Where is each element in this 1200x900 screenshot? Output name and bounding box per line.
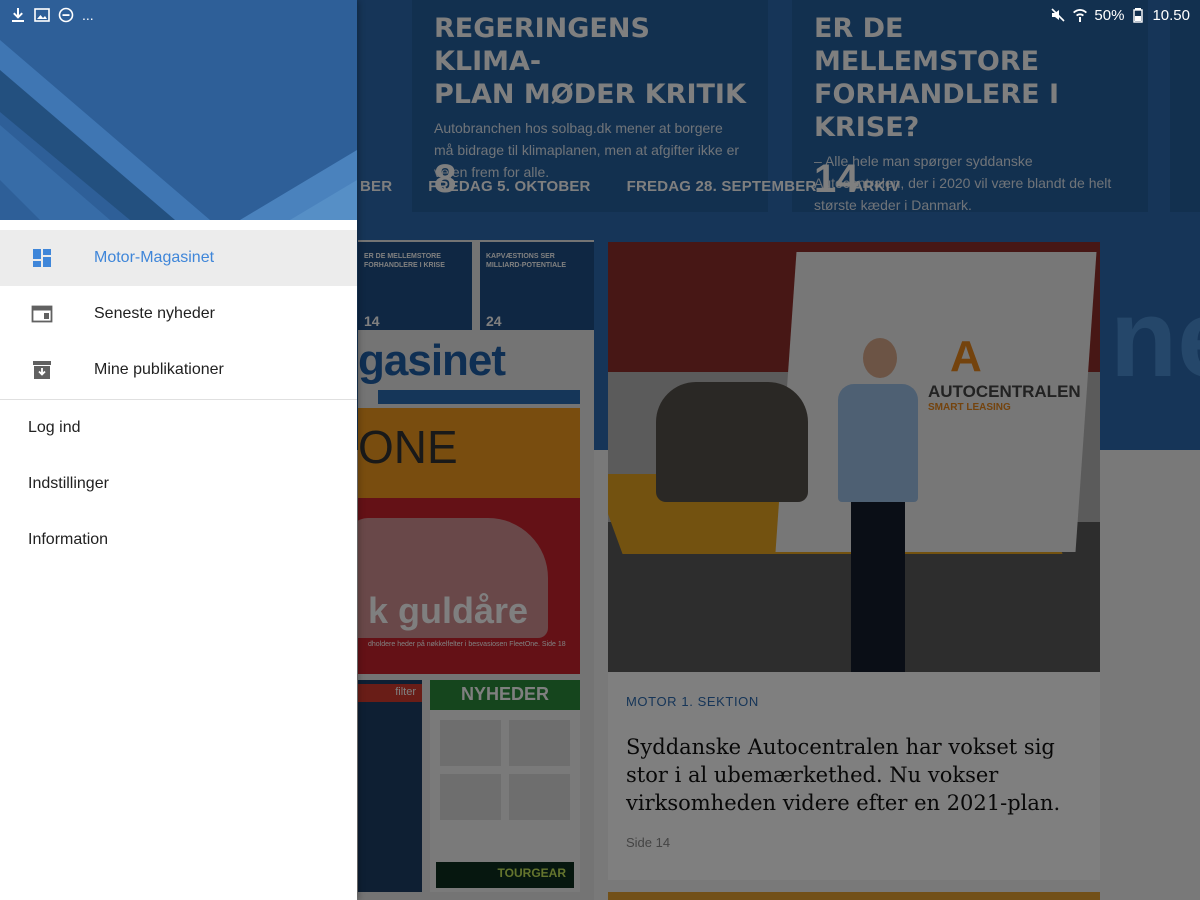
mute-icon — [1050, 7, 1066, 23]
web-window-icon — [30, 302, 54, 326]
drawer-item-motor-magasinet[interactable]: Motor-Magasinet — [0, 230, 357, 286]
drawer-item-seneste-nyheder[interactable]: Seneste nyheder — [0, 286, 357, 342]
drawer-menu: Motor-Magasinet Seneste nyheder Mine pub… — [0, 230, 357, 568]
status-bar: ... 50% 10.50 — [0, 0, 1200, 30]
battery-icon — [1130, 7, 1146, 23]
drawer-header — [0, 0, 357, 220]
navigation-drawer: Motor-Magasinet Seneste nyheder Mine pub… — [0, 0, 357, 900]
drawer-item-log-ind[interactable]: Log ind — [0, 400, 357, 456]
status-bar-left: ... — [10, 7, 94, 23]
wifi-icon — [1072, 7, 1088, 23]
drawer-item-label: Motor-Magasinet — [94, 249, 215, 266]
drawer-item-label: Mine publikationer — [94, 361, 224, 378]
drawer-header-graphic — [0, 0, 357, 220]
dashboard-icon — [30, 246, 54, 270]
drawer-item-label: Seneste nyheder — [94, 305, 215, 322]
status-overflow: ... — [82, 7, 94, 23]
archive-download-icon — [30, 358, 54, 382]
battery-percent: 50% — [1094, 6, 1125, 24]
download-icon — [10, 7, 26, 23]
drawer-item-information[interactable]: Information — [0, 512, 357, 568]
drawer-item-mine-publikationer[interactable]: Mine publikationer — [0, 342, 357, 398]
status-bar-right: 50% 10.50 — [1050, 7, 1190, 24]
do-not-disturb-icon — [58, 7, 74, 23]
drawer-item-indstillinger[interactable]: Indstillinger — [0, 456, 357, 512]
clock: 10.50 — [1152, 6, 1190, 24]
image-icon — [34, 7, 50, 23]
